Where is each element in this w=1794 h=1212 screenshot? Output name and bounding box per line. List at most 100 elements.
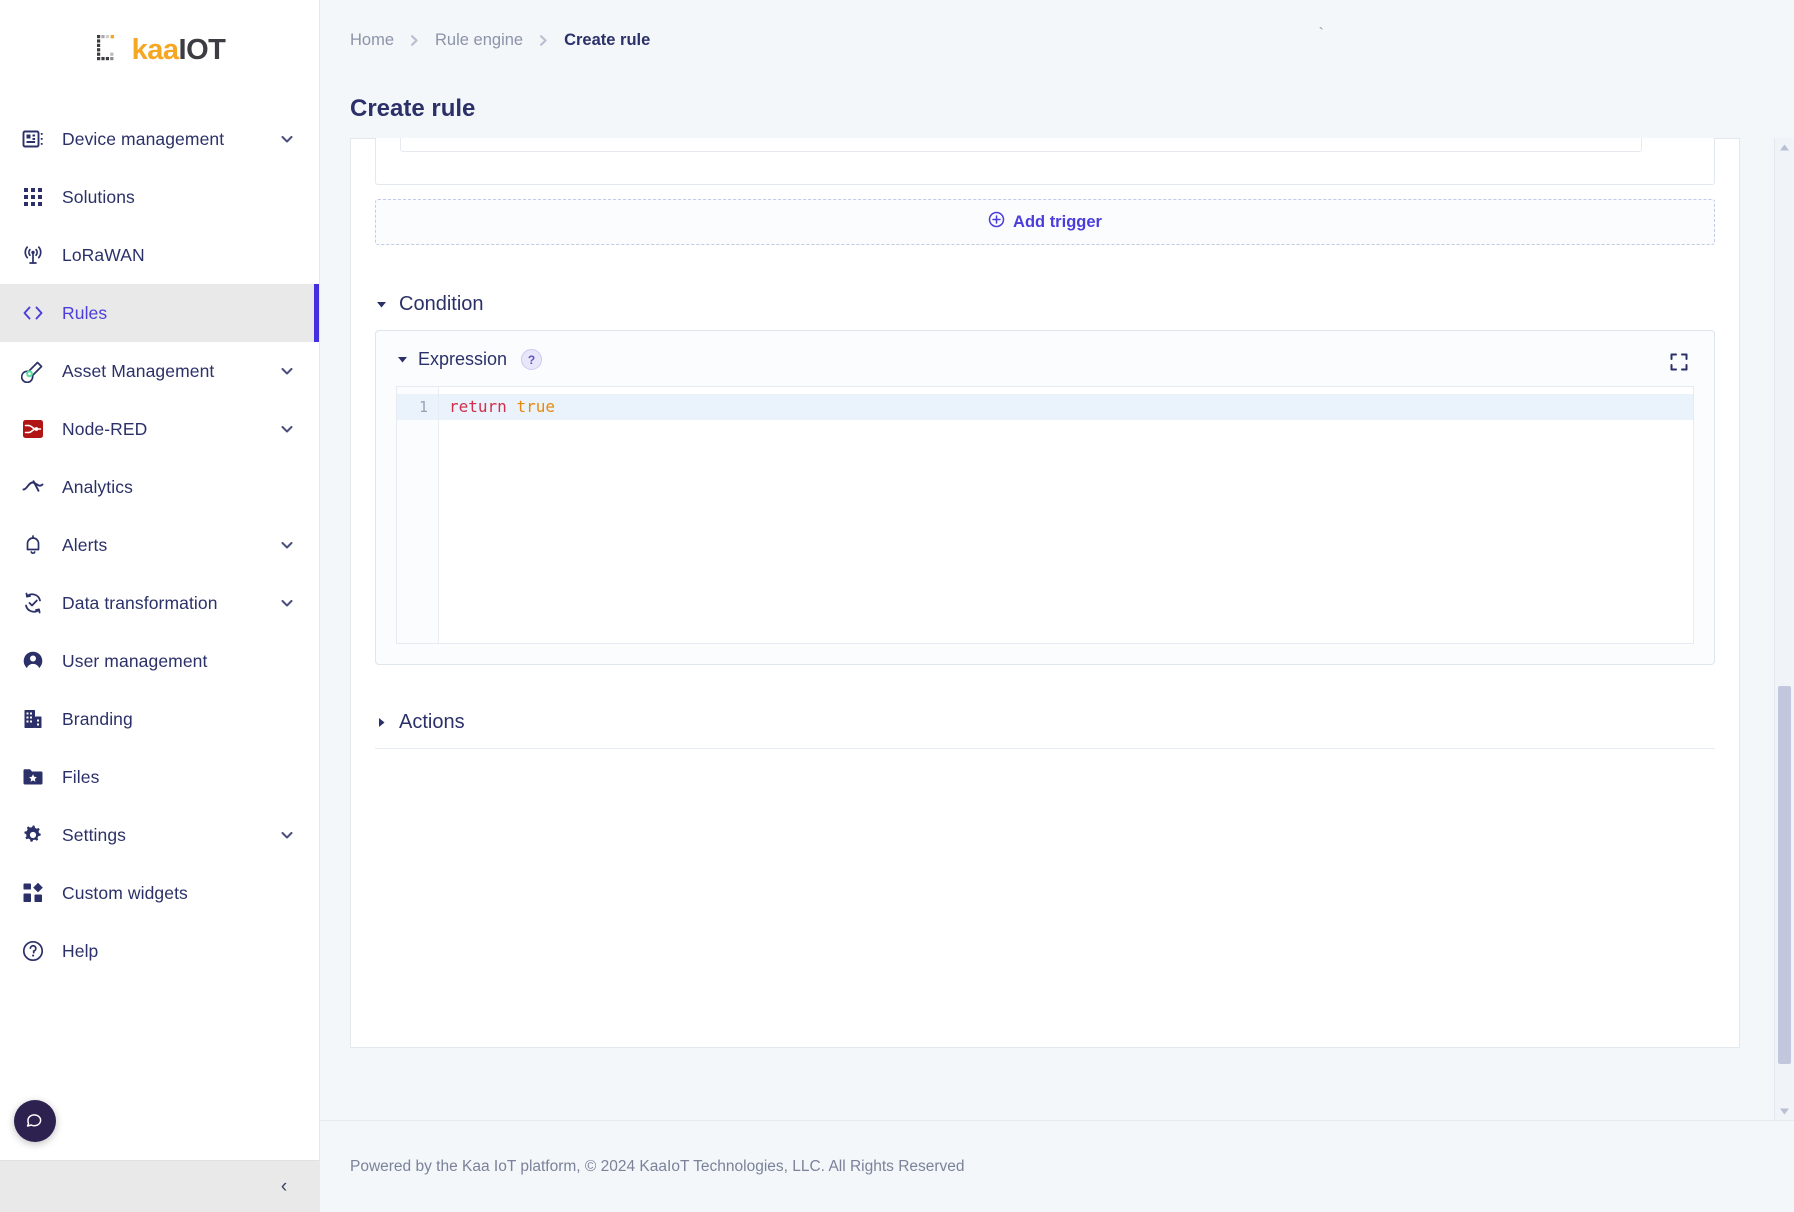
logo-iot-text: IOT [179,34,226,66]
expression-title: Expression [418,349,507,370]
expression-panel: Expression ? [375,330,1715,665]
breadcrumb-item-rule-engine[interactable]: Rule engine [435,31,523,50]
sidebar-item-device-management[interactable]: Device management [0,110,319,168]
help-circle-icon[interactable]: ? [521,349,542,370]
code-token-keyword: return [449,397,507,416]
fullscreen-icon[interactable] [1666,349,1692,375]
content-pane: Add trigger Condition [320,138,1774,1120]
sidebar-item-label: Help [62,941,295,962]
asset-tag-icon [18,356,48,386]
code-brackets-icon [18,298,48,328]
add-trigger-label: Add trigger [1013,213,1102,232]
logo-wordmark: kaaIOT [132,36,226,65]
line-number: 1 [397,394,438,420]
device-management-icon [18,124,48,154]
actions-title: Actions [399,711,465,734]
triangle-down-icon [375,299,387,311]
trigger-field[interactable] [400,138,1642,152]
solutions-grid-icon [18,182,48,212]
user-circle-icon [18,646,48,676]
scroll-up-arrow-icon[interactable] [1778,141,1792,153]
sidebar-item-alerts[interactable]: Alerts [0,516,319,574]
sidebar-item-custom-widgets[interactable]: Custom widgets [0,864,319,922]
chevron-down-icon[interactable] [279,595,295,611]
collapse-sidebar-button[interactable]: ‹ [273,1176,295,1198]
sidebar-item-settings[interactable]: Settings [0,806,319,864]
sidebar-item-lorawan[interactable]: LoRaWAN [0,226,319,284]
breadcrumb-item-home[interactable]: Home [350,31,394,50]
app-root: kaaIOT Device [0,0,1794,1212]
node-red-icon [18,414,48,444]
plus-circle-icon [988,211,1005,233]
folder-star-icon [18,762,48,792]
scroll-down-arrow-icon[interactable] [1778,1105,1792,1117]
lorawan-antenna-icon [18,240,48,270]
code-token-boolean: true [516,397,555,416]
trigger-item [375,138,1715,185]
bell-icon [18,530,48,560]
scrollbar-track[interactable] [1778,156,1791,1102]
sidebar-footer: ‹ [0,1160,319,1212]
sidebar-item-rules[interactable]: Rules [0,284,319,342]
chevron-down-icon[interactable] [279,537,295,553]
vertical-scrollbar[interactable] [1774,138,1794,1120]
editor-gutter: 1 [397,387,439,643]
sidebar-item-label: Analytics [62,477,295,498]
sidebar-item-label: Settings [62,825,279,846]
sidebar-item-label: Files [62,767,295,788]
chevron-down-icon[interactable] [279,421,295,437]
actions-section-header[interactable]: Actions [375,711,1715,734]
code-line: return true [439,394,1693,420]
expression-code-editor[interactable]: 1 return true [396,386,1694,644]
sidebar-item-label: LoRaWAN [62,245,295,266]
expression-header[interactable]: Expression ? [396,349,1694,370]
sidebar-item-branding[interactable]: Branding [0,690,319,748]
kaa-logo-mark-icon [94,33,128,67]
sidebar-item-files[interactable]: Files [0,748,319,806]
scrollbar-thumb[interactable] [1778,686,1791,1064]
sidebar-item-solutions[interactable]: Solutions [0,168,319,226]
breadcrumb: Home Rule engine Create rule [350,31,650,50]
gear-icon [18,820,48,850]
triangle-right-icon [375,717,387,729]
breadcrumb-item-create-rule: Create rule [564,31,650,50]
sidebar-item-label: Rules [62,303,295,324]
sidebar-item-label: Branding [62,709,295,730]
sidebar-item-label: Device management [62,129,279,150]
page-footer: Powered by the Kaa IoT platform, © 2024 … [320,1120,1794,1212]
condition-title: Condition [399,293,484,316]
sidebar-nav: Device management Solutions [0,92,319,1160]
building-icon [18,704,48,734]
rule-form-card: Add trigger Condition [350,138,1740,1048]
chat-bubble-icon[interactable] [14,1100,56,1142]
sidebar-item-data-transformation[interactable]: Data transformation [0,574,319,632]
sidebar-item-label: User management [62,651,295,672]
sidebar-item-label: Solutions [62,187,295,208]
sidebar-item-help[interactable]: Help [0,922,319,980]
brand-logo[interactable]: kaaIOT [0,0,319,92]
sidebar-item-label: Asset Management [62,361,279,382]
scroll-area: Add trigger Condition [320,138,1794,1120]
chevron-right-icon [408,33,421,48]
condition-section-header[interactable]: Condition [375,293,1715,316]
sidebar-item-user-management[interactable]: User management [0,632,319,690]
chevron-down-icon[interactable] [279,827,295,843]
sidebar-item-label: Data transformation [62,593,279,614]
widgets-icon [18,878,48,908]
chevron-right-icon [537,33,550,48]
sidebar-item-node-red[interactable]: Node-RED [0,400,319,458]
sidebar-item-asset-management[interactable]: Asset Management [0,342,319,400]
footer-text: Powered by the Kaa IoT platform, © 2024 … [350,1158,965,1176]
triangle-down-icon [396,354,408,366]
editor-code-area[interactable]: return true [439,387,1693,643]
topbar: Home Rule engine Create rule ` [320,0,1794,80]
sidebar-item-analytics[interactable]: Analytics [0,458,319,516]
page-title: Create rule [320,80,1794,138]
chevron-down-icon[interactable] [279,131,295,147]
sidebar-item-label: Node-RED [62,419,279,440]
analytics-chart-icon [18,472,48,502]
chevron-down-icon[interactable] [279,363,295,379]
sidebar-item-label: Custom widgets [62,883,295,904]
add-trigger-button[interactable]: Add trigger [375,199,1715,245]
copy-icon[interactable] [1660,138,1694,140]
